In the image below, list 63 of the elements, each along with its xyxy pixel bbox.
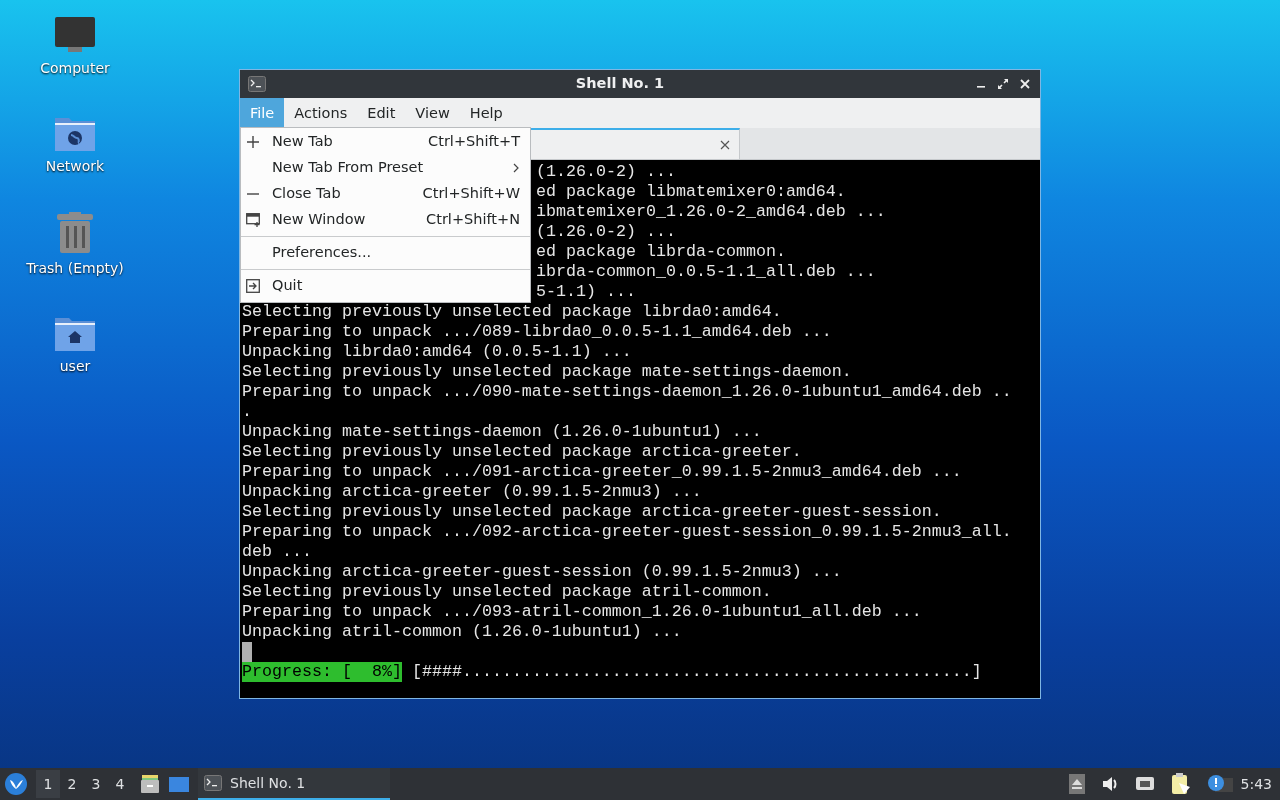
close-icon[interactable] [719, 138, 731, 151]
terminal-line: Selecting previously unselected package arctica-greeter-guest-session. [242, 502, 942, 521]
terminal-line: ed package libmatemixer0:amd64. [536, 182, 846, 201]
menu-item[interactable]: View [405, 98, 460, 128]
terminal-line: 5-1.1) ... [536, 282, 636, 301]
terminal-icon [204, 775, 222, 791]
terminal-line: Preparing to unpack .../090-mate-settings-daemon_1.26.0-1ubuntu1_amd64.deb .. [242, 382, 1012, 401]
window-title: Shell No. 1 [575, 74, 665, 94]
terminal-line: ibrda-common_0.0.5-1.1_all.deb ... [536, 262, 876, 281]
menu-entry[interactable]: Close Tab Ctrl+Shift+W [241, 181, 530, 207]
workspace-button[interactable]: 2 [60, 770, 84, 798]
terminal-line: Unpacking atril-common (1.26.0-1ubuntu1) ... [242, 622, 682, 641]
terminal-line: ed package librda-common. [536, 242, 786, 261]
terminal-line: Unpacking librda0:amd64 (0.0.5-1.1) ... [242, 342, 632, 361]
exit-icon [246, 279, 260, 293]
monitor-icon [54, 16, 96, 54]
clock[interactable]: 5:43 [1240, 773, 1272, 795]
taskbar-task[interactable]: Shell No. 1 [198, 768, 390, 800]
trash-icon [56, 212, 94, 254]
workspace-button[interactable]: 1 [36, 770, 60, 798]
menu-item[interactable]: Help [459, 98, 513, 128]
text-cursor [242, 642, 252, 662]
terminal-line: Selecting previously unselected package mate-settings-daemon. [242, 362, 852, 381]
notification-icon[interactable] [1206, 774, 1233, 794]
clipboard-icon[interactable] [1170, 773, 1191, 795]
workspace-button[interactable]: 3 [84, 770, 108, 798]
file-cabinet-icon[interactable] [140, 774, 160, 794]
maximize-icon[interactable] [996, 77, 1010, 91]
terminal-line: Preparing to unpack .../092-arctica-greeter-guest-session_0.99.1.5-2nmu3_all. [242, 522, 1012, 541]
desktop-icon[interactable] [168, 775, 190, 793]
terminal-line: . [242, 402, 252, 421]
new-window-icon [246, 213, 260, 227]
terminal-line: ibmatemixer0_1.26.0-2_amd64.deb ... [536, 202, 886, 221]
terminal-line: Selecting previously unselected package librda0:amd64. [242, 302, 782, 321]
menu-entry[interactable]: New Tab From Preset [241, 155, 530, 181]
eject-icon[interactable] [1068, 774, 1085, 794]
start-menu-icon[interactable] [4, 772, 28, 796]
progress-label: Progress: [ 8%] [242, 662, 402, 682]
menu-item[interactable]: Actions [284, 98, 358, 128]
terminal-line: Unpacking arctica-greeter-guest-session (0.99.1.5-2nmu3) ... [242, 562, 842, 581]
terminal-line: Unpacking arctica-greeter (0.99.1.5-2nmu3) ... [242, 482, 702, 501]
volume-icon[interactable] [1100, 775, 1119, 793]
progress-bar-text: [####...................................................] [411, 662, 982, 682]
terminal-line: Preparing to unpack .../091-arctica-greeter_0.99.1.5-2nmu3_amd64.deb ... [242, 462, 962, 481]
menu-entry[interactable]: New Window Ctrl+Shift+N [241, 207, 530, 233]
menu-entry[interactable]: Quit [241, 273, 530, 299]
menu-item[interactable]: Edit [357, 98, 406, 128]
terminal-line: Selecting previously unselected package arctica-greeter. [242, 442, 802, 461]
close-icon[interactable] [1018, 77, 1032, 91]
terminal-line: Preparing to unpack .../089-librda0_0.0.5-1.1_amd64.deb ... [242, 322, 832, 341]
terminal-line: Preparing to unpack .../093-atril-common_1.26.0-1ubuntu1_all.deb ... [242, 602, 922, 621]
terminal-icon [248, 76, 266, 92]
terminal-line: Selecting previously unselected package atril-common. [242, 582, 772, 601]
terminal-line: (1.26.0-2) ... [536, 222, 676, 241]
menu-entry[interactable]: Preferences... [241, 240, 530, 266]
plus-icon [246, 135, 260, 149]
workspace-button[interactable]: 4 [108, 770, 132, 798]
terminal-line: Unpacking mate-settings-daemon (1.26.0-1ubuntu1) ... [242, 422, 762, 441]
terminal-line: deb ... [242, 542, 312, 561]
terminal-line: (1.26.0-2) ... [536, 162, 676, 181]
network-icon[interactable] [1134, 775, 1155, 793]
desktop-icon-label[interactable]: user [59, 356, 91, 377]
desktop-icon-label[interactable]: Trash (Empty) [26, 258, 124, 279]
